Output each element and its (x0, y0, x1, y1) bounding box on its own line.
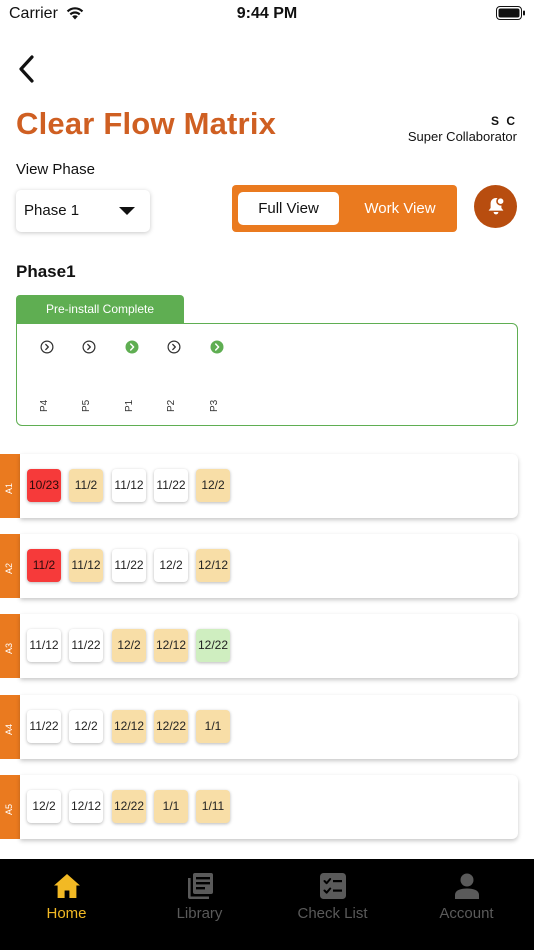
bell-icon (488, 196, 505, 215)
row-label-tab: A2 (0, 534, 20, 598)
row-card: 12/2 12/12 12/22 1/1 1/11 (20, 775, 518, 839)
date-chip[interactable]: 12/2 (27, 790, 61, 823)
matrix-row: A3 11/12 11/22 12/2 12/12 12/22 (0, 614, 518, 678)
row-card: 11/2 11/12 11/22 12/2 12/12 (20, 534, 518, 598)
row-card: 11/12 11/22 12/2 12/12 12/22 (20, 614, 518, 678)
phase-column-label: P5 (81, 399, 92, 412)
date-chip[interactable]: 12/12 (196, 549, 230, 582)
phase-status-panel: P4 P5 P1 P2 P3 (16, 323, 518, 426)
row-label-tab: A4 (0, 695, 20, 759)
notifications-button[interactable] (474, 185, 517, 228)
pending-circle-icon (167, 340, 181, 354)
date-chip[interactable]: 11/22 (27, 710, 61, 743)
matrix-row: A2 11/2 11/12 11/22 12/2 12/12 (0, 534, 518, 598)
full-view-button[interactable]: Full View (238, 192, 339, 225)
date-chip[interactable]: 11/22 (69, 629, 103, 662)
matrix-row: A1 10/23 11/2 11/12 11/22 12/2 (0, 454, 518, 518)
check-circle-icon (210, 340, 224, 354)
row-label-tab: A1 (0, 454, 20, 518)
date-chip[interactable]: 11/12 (112, 469, 146, 502)
row-label: A2 (4, 562, 14, 574)
bottom-nav: Home Library Check List Account (0, 859, 534, 950)
phase-column[interactable]: P4 (39, 340, 55, 420)
nav-library-label: Library (176, 905, 223, 922)
nav-library[interactable]: Library (133, 859, 266, 950)
matrix-row: A5 12/2 12/12 12/22 1/1 1/11 (0, 775, 518, 839)
date-chip[interactable]: 10/23 (27, 469, 61, 502)
home-icon (54, 874, 80, 898)
date-chip[interactable]: 1/1 (154, 790, 188, 823)
nav-account[interactable]: Account (400, 859, 533, 950)
phase-dropdown-value: Phase 1 (24, 202, 80, 219)
pending-circle-icon (82, 340, 96, 354)
back-chevron-icon[interactable] (14, 52, 42, 86)
row-card: 11/22 12/2 12/12 12/22 1/1 (20, 695, 518, 759)
date-chip[interactable]: 11/2 (69, 469, 103, 502)
date-chip[interactable]: 12/22 (196, 629, 230, 662)
matrix-row: A4 11/22 12/2 12/12 12/22 1/1 (0, 695, 518, 759)
status-time: 9:44 PM (236, 5, 298, 22)
date-chip[interactable]: 12/12 (69, 790, 103, 823)
row-label: A3 (4, 642, 14, 654)
nav-account-label: Account (439, 905, 494, 922)
row-label: A4 (4, 723, 14, 735)
row-label: A1 (4, 482, 14, 494)
date-chip[interactable]: 12/2 (196, 469, 230, 502)
date-chip[interactable]: 11/12 (27, 629, 61, 662)
nav-checklist[interactable]: Check List (266, 859, 399, 950)
checklist-icon (320, 873, 346, 899)
library-icon (188, 873, 213, 899)
pending-circle-icon (40, 340, 54, 354)
date-chip[interactable]: 11/22 (154, 469, 188, 502)
date-chip[interactable]: 1/11 (196, 790, 230, 823)
date-chip[interactable]: 12/2 (69, 710, 103, 743)
row-label: A5 (4, 803, 14, 815)
date-chip[interactable]: 12/2 (154, 549, 188, 582)
nav-home-label: Home (46, 905, 87, 922)
work-view-button[interactable]: Work View (348, 192, 452, 225)
user-role: Super Collaborator (407, 129, 517, 144)
phase-column[interactable]: P1 (124, 340, 140, 420)
phase-column[interactable]: P2 (166, 340, 182, 420)
status-bar: Carrier 9:44 PM (0, 0, 534, 30)
date-chip[interactable]: 1/1 (196, 710, 230, 743)
date-chip[interactable]: 12/22 (112, 790, 146, 823)
phase-column[interactable]: P3 (209, 340, 225, 420)
date-chip[interactable]: 11/12 (69, 549, 103, 582)
row-label-tab: A5 (0, 775, 20, 839)
phase-column-label: P1 (124, 399, 135, 412)
date-chip[interactable]: 11/2 (27, 549, 61, 582)
preinstall-status-tab: Pre-install Complete (16, 295, 184, 323)
user-initials: S C (490, 114, 517, 128)
phase-dropdown[interactable]: Phase 1 (16, 190, 150, 232)
phase-column-label: P4 (39, 399, 50, 412)
phase-column[interactable]: P5 (81, 340, 97, 420)
page-title: Clear Flow Matrix (16, 106, 277, 141)
battery-icon (496, 6, 525, 20)
date-chip[interactable]: 12/22 (154, 710, 188, 743)
date-chip[interactable]: 12/12 (112, 710, 146, 743)
check-circle-icon (125, 340, 139, 354)
phase-column-label: P2 (166, 399, 177, 412)
date-chip[interactable]: 12/2 (112, 629, 146, 662)
account-icon (455, 873, 479, 899)
caret-down-icon (119, 207, 135, 215)
row-card: 10/23 11/2 11/12 11/22 12/2 (20, 454, 518, 518)
row-label-tab: A3 (0, 614, 20, 678)
view-phase-label: View Phase (16, 161, 95, 178)
phase-heading: Phase1 (16, 262, 76, 281)
phase-column-label: P3 (209, 399, 220, 412)
nav-checklist-label: Check List (297, 905, 368, 922)
nav-home[interactable]: Home (0, 859, 133, 950)
date-chip[interactable]: 12/12 (154, 629, 188, 662)
view-toggle: Full View Work View (232, 185, 457, 232)
date-chip[interactable]: 11/22 (112, 549, 146, 582)
